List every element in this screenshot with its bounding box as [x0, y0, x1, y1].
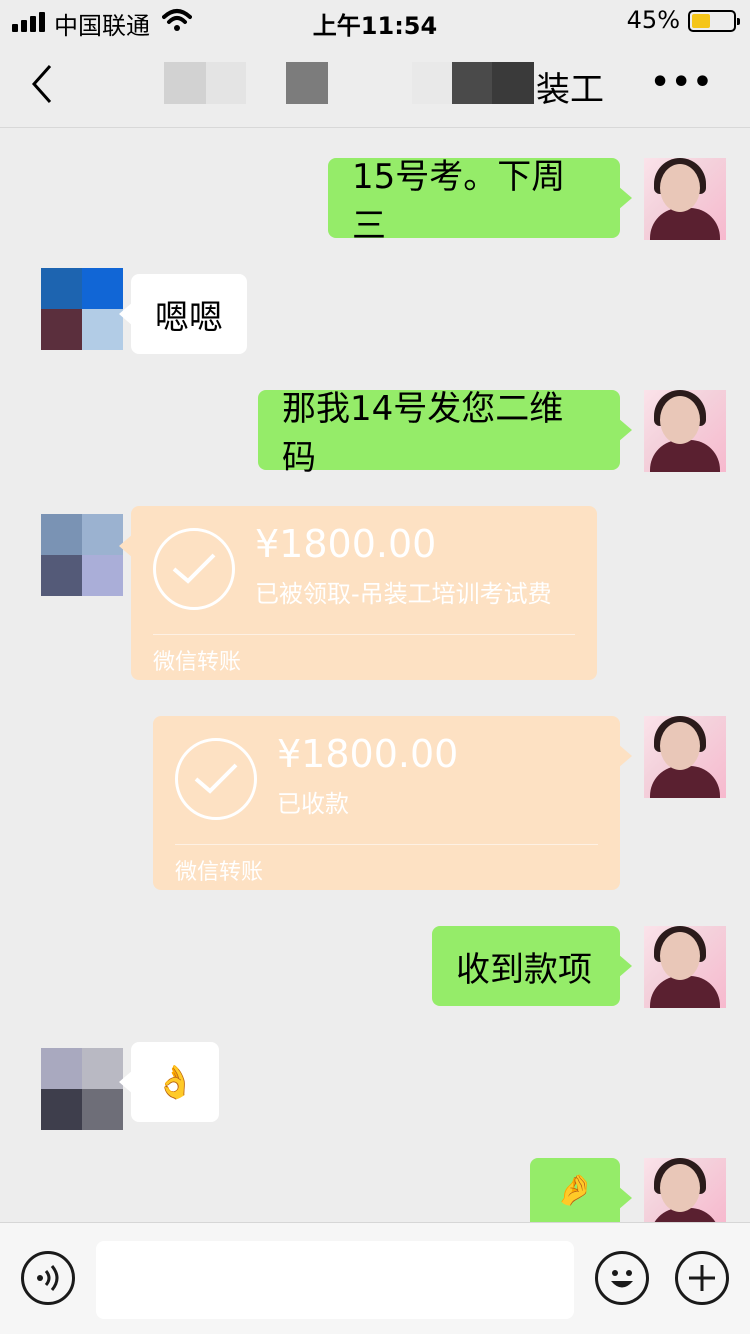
transfer-footer: 微信转账 — [175, 860, 264, 885]
chat-header: 装工 ••• — [0, 40, 750, 128]
message-bubble[interactable]: 那我14号发您二维码 — [258, 389, 632, 478]
message-text: 15号考。下周三 — [352, 157, 566, 246]
transfer-footer: 微信转账 — [153, 650, 242, 675]
contact-avatar[interactable] — [41, 514, 123, 596]
title-mosaic — [286, 62, 328, 104]
divider — [175, 844, 598, 845]
title-mosaic — [452, 62, 492, 104]
emoji-face-icon[interactable] — [595, 1251, 649, 1305]
message-text: 那我14号发您二维码 — [282, 389, 564, 478]
message-input[interactable] — [96, 1241, 574, 1319]
divider — [153, 634, 575, 635]
message-text: 收到款项 — [456, 949, 592, 990]
contact-avatar[interactable] — [41, 1048, 123, 1130]
voice-icon[interactable] — [21, 1251, 75, 1305]
title-mosaic — [206, 62, 246, 104]
message-bubble[interactable]: 👌 — [119, 1042, 219, 1122]
check-circle-icon — [153, 528, 235, 610]
transfer-status: 已被领取-吊装工培训考试费 — [255, 580, 552, 608]
title-mosaic — [492, 62, 534, 104]
my-avatar[interactable] — [644, 926, 726, 1008]
transfer-status: 已收款 — [277, 790, 349, 818]
plus-circle-icon[interactable] — [675, 1251, 729, 1305]
message-bubble[interactable]: 15号考。下周三 — [328, 157, 632, 246]
message-bubble[interactable]: 嗯嗯 — [119, 274, 247, 354]
hand-emoji: 🤌 — [556, 1172, 594, 1208]
message-text: 嗯嗯 — [155, 297, 223, 338]
transfer-card[interactable]: ¥1800.00 已收款 微信转账 — [153, 716, 632, 890]
title-mosaic — [412, 62, 452, 104]
battery-icon — [688, 10, 740, 32]
my-avatar[interactable] — [644, 158, 726, 240]
transfer-amount: ¥1800.00 — [255, 522, 437, 566]
battery-percent: 45% — [626, 6, 680, 34]
chat-title-text: 装工 — [536, 70, 604, 110]
title-mosaic — [164, 62, 206, 104]
input-bar — [0, 1222, 750, 1334]
more-dots-icon[interactable]: ••• — [650, 68, 714, 98]
check-circle-icon — [175, 738, 257, 820]
message-bubble[interactable]: 收到款项 — [432, 926, 632, 1006]
transfer-card[interactable]: ¥1800.00 已被领取-吊装工培训考试费 微信转账 — [119, 506, 597, 680]
transfer-amount: ¥1800.00 — [277, 732, 459, 776]
status-bar: 中国联通 上午11:54 45% — [0, 0, 750, 40]
chevron-left-icon[interactable] — [26, 62, 66, 106]
my-avatar[interactable] — [644, 390, 726, 472]
ok-hand-emoji: 👌 — [155, 1063, 195, 1101]
my-avatar[interactable] — [644, 1158, 726, 1222]
battery-level-fill — [692, 14, 710, 28]
contact-avatar[interactable] — [41, 268, 123, 350]
my-avatar[interactable] — [644, 716, 726, 798]
message-bubble[interactable]: 🤌 — [530, 1158, 632, 1222]
